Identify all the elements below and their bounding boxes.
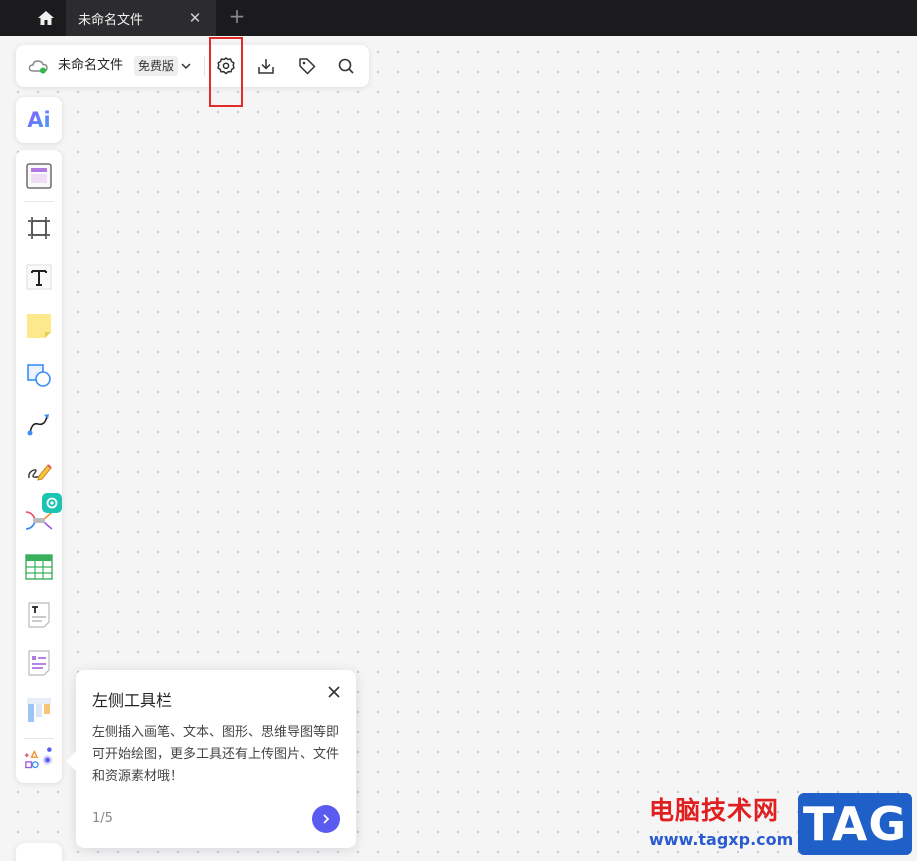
shape-icon (27, 364, 51, 387)
left-edge-sliver (0, 36, 4, 136)
left-toolbar (16, 150, 62, 783)
guide-title: 左侧工具栏 (92, 691, 173, 710)
new-tab-button[interactable]: + (226, 0, 248, 36)
file-toolbar: 未命名文件 免费版 (16, 45, 369, 87)
frame-icon (28, 217, 50, 239)
toolbar-divider (24, 201, 54, 202)
list-card-tool[interactable] (23, 647, 55, 679)
toolbar-divider (24, 738, 54, 739)
gear-badge-icon (46, 497, 58, 509)
tag-icon (299, 58, 316, 75)
sticky-note-tool[interactable] (23, 310, 55, 342)
template-button[interactable] (23, 160, 55, 192)
home-button[interactable] (26, 0, 66, 36)
plan-badge: 免费版 (134, 56, 179, 76)
guide-step-counter: 1/5 (92, 811, 113, 826)
text-doc-tool[interactable] (23, 599, 55, 631)
guide-next-button[interactable] (312, 805, 340, 833)
text-doc-icon (28, 602, 50, 628)
toolbar-guide-popover: 左侧工具栏 左侧插入画笔、文本、图形、思维导图等即可开始绘图，更多工具还有上传图… (66, 670, 356, 848)
text-tool[interactable] (23, 261, 55, 293)
watermark-site-name: 电脑技术网 (649, 796, 780, 825)
sticky-note-icon (27, 314, 51, 338)
template-icon (26, 163, 52, 189)
chevron-right-icon (323, 814, 330, 824)
home-icon (38, 11, 54, 25)
chevron-down-icon[interactable] (179, 59, 193, 73)
text-icon (26, 264, 52, 290)
watermark-url: www.tagxp.com (649, 830, 794, 849)
tab-title: 未命名文件 (78, 12, 144, 28)
kanban-tool[interactable] (23, 694, 55, 726)
more-tools-button[interactable] (23, 744, 55, 776)
search-icon (338, 58, 354, 74)
download-icon (258, 59, 274, 74)
file-name[interactable]: 未命名文件 (58, 57, 123, 75)
cloud-sync-icon (28, 60, 48, 74)
kanban-icon (27, 698, 51, 722)
guide-body: 左侧插入画笔、文本、图形、思维导图等即可开始绘图，更多工具还有上传图片、文件和资… (92, 725, 340, 784)
tag-button[interactable] (295, 54, 319, 78)
table-tool[interactable] (23, 551, 55, 583)
pen-tool[interactable] (23, 456, 55, 488)
ai-button[interactable]: Ai (16, 97, 62, 143)
table-icon (25, 554, 53, 580)
pen-icon (28, 464, 52, 481)
frame-tool[interactable] (23, 212, 55, 244)
search-button[interactable] (334, 54, 358, 78)
more-tools-icon (24, 747, 53, 769)
title-tab-bar: 未命名文件 ✕ + (0, 0, 917, 36)
watermark-logo: TAG (798, 793, 912, 855)
list-card-icon (28, 650, 50, 676)
shape-tool[interactable] (23, 359, 55, 391)
tab-close-icon[interactable]: ✕ (186, 9, 204, 27)
tab-untitled-file[interactable]: 未命名文件 ✕ (66, 0, 216, 36)
download-button[interactable] (254, 54, 278, 78)
ai-label: Ai (27, 108, 51, 132)
bottom-panel-stub[interactable] (16, 843, 62, 861)
mindmap-new-badge (42, 493, 62, 513)
settings-highlight-box (209, 37, 243, 107)
connector-icon (27, 414, 49, 436)
guide-close-button[interactable] (326, 684, 342, 700)
close-icon (328, 686, 340, 698)
connector-tool[interactable] (23, 408, 55, 440)
toolbar-divider (204, 56, 205, 76)
